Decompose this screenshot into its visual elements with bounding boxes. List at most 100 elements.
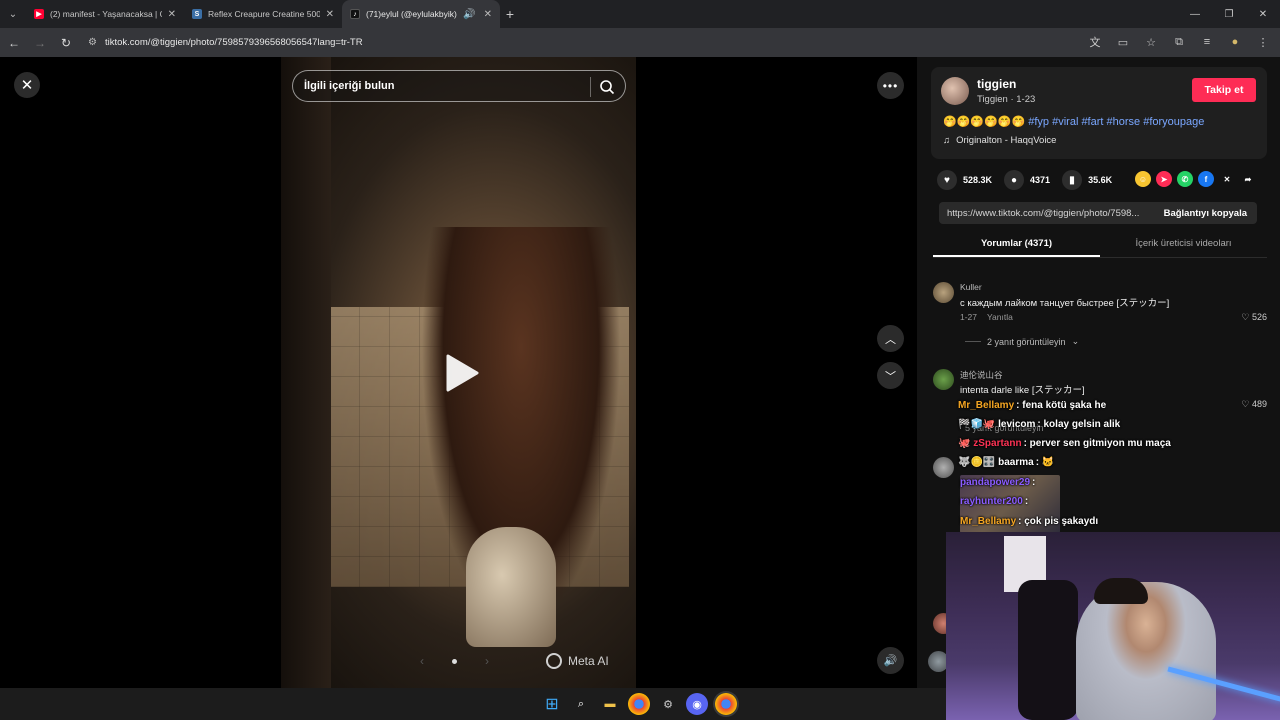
share-link-text[interactable]: https://www.tiktok.com/@tiggien/photo/75… [939,208,1154,219]
media-icon[interactable]: ≡ [1196,30,1218,54]
tab-youtube[interactable]: ▶ (2) manifest - Yaşanacaksa | Offi ✕ [26,0,184,28]
extensions-icon[interactable]: ⧉ [1168,30,1190,54]
heart-icon[interactable]: ♥ [937,170,957,190]
tab-comments[interactable]: Yorumlar (4371) [933,231,1100,257]
youtube-icon: ▶ [34,9,44,19]
copy-link-button[interactable]: Bağlantıyı kopyala [1154,208,1257,219]
close-icon[interactable]: ✕ [168,9,176,20]
caption-hashtags[interactable]: #fyp #viral #fart #horse #foryoupage [1028,116,1204,128]
app-icon[interactable]: ⚙ [657,693,679,715]
comment-count: 4371 [1030,175,1051,185]
commenter-avatar[interactable] [933,369,954,390]
close-window-icon[interactable]: ✕ [1246,0,1280,28]
tab-bar: ⌄ ▶ (2) manifest - Yaşanacaksa | Offi ✕ … [0,0,1280,28]
related-search-input[interactable]: İlgili içeriği bulun [292,70,626,102]
site-info-icon[interactable]: ⚙ [88,37,97,48]
chat-emote: 🐱 [1041,457,1055,468]
url-field[interactable]: ⚙ tiktok.com/@tiggien/photo/759857939656… [80,30,1160,55]
follow-button[interactable]: Takip et [1192,78,1256,102]
music-title: Originalton - HaqqVoice [956,135,1057,146]
tab-tiktok[interactable]: ♪ (71)eylul (@eylulakbyik) | Ti 🔊 ✕ [342,0,500,28]
carousel-next-icon[interactable]: › [485,654,489,668]
chat-badges: 🐙 [958,438,971,449]
embed-share-icon[interactable]: ☺ [1135,171,1151,187]
file-explorer-icon[interactable]: ▬ [599,693,621,715]
tab-search-button[interactable]: ⌄ [0,0,26,28]
chrome-icon[interactable] [628,693,650,715]
close-icon[interactable]: ✕ [326,9,334,20]
restore-icon[interactable]: ❐ [1212,0,1246,28]
commenter-name[interactable]: Kuller [960,282,982,292]
facebook-icon[interactable]: f [1198,171,1214,187]
commenter-name[interactable]: 迪伦说山谷 [960,369,1003,381]
bookmark-icon[interactable]: ▮ [1062,170,1083,190]
windows-start-icon[interactable]: ⊞ [541,693,563,715]
forward-icon[interactable]: → [28,31,52,55]
whatsapp-icon[interactable]: ✆ [1177,171,1193,187]
more-options-icon[interactable]: ••• [877,72,904,99]
back-icon[interactable]: ← [2,31,26,55]
share-more-icon[interactable]: ➦ [1240,171,1256,187]
chat-message: 🐙 zSpartann: perver sen gitmiyon mu maça [958,438,1171,449]
tab-creator-videos[interactable]: İçerik üreticisi videoları [1100,231,1267,257]
play-icon[interactable] [444,353,480,393]
view-replies-button[interactable]: 2 yanıt görüntüleyin ⌄ [965,336,1079,347]
author-avatar[interactable] [941,77,969,105]
chat-message: pandapower29: [960,477,1035,488]
volume-icon[interactable]: 🔊 [877,647,904,674]
comment-stat[interactable]: ● 4371 [1004,170,1050,190]
comment-icon[interactable]: ● [1004,170,1025,190]
comment-like-count: 526 [1251,312,1267,322]
profile-avatar[interactable]: ● [1224,30,1246,54]
discord-icon[interactable]: ◉ [686,693,708,715]
carousel-controls: ‹ › [420,654,489,668]
panel-tabs: Yorumlar (4371) İçerik üreticisi videola… [933,231,1267,258]
author-name[interactable]: tiggien [977,77,1016,91]
chat-badges: 🐺🪙🎛️ [958,457,996,468]
comment-like-count: 489 [1251,399,1267,409]
taskbar-icons: ⊞ ⌕ ▬ ⚙ ◉ [541,693,737,715]
chrome-icon-active[interactable] [715,693,737,715]
commenter-avatar[interactable] [933,282,954,303]
comment-likes[interactable]: ♡ 526 [1241,312,1267,323]
cast-icon[interactable]: ▭ [1112,30,1134,54]
webcam-chair [1018,580,1078,720]
chat-badges: 🏁🧊🐙 [958,419,996,430]
reload-icon[interactable]: ↻ [54,31,78,55]
close-viewer-button[interactable]: ✕ [14,72,40,98]
minimize-icon[interactable]: — [1178,0,1212,28]
like-stat[interactable]: ♥ 528.3K [937,170,992,190]
taskbar: ⊞ ⌕ ▬ ⚙ ◉ [0,688,946,720]
search-icon[interactable]: ⌕ [570,693,592,715]
new-tab-button[interactable]: + [500,6,520,22]
previous-post-icon[interactable]: ︿ [877,325,904,352]
chat-message: rayhunter200: [960,496,1028,507]
x-icon[interactable]: ✕ [1219,171,1235,187]
menu-icon[interactable]: ⋮ [1252,30,1274,54]
next-post-icon[interactable]: ﹀ [877,362,904,389]
reply-button[interactable]: Yanıtla [987,312,1013,322]
bookmark-star-icon[interactable]: ☆ [1140,30,1162,54]
post-photo[interactable] [281,57,636,688]
audio-icon[interactable]: 🔊 [463,9,475,20]
author-subtitle: Tiggien · 1-23 [977,94,1036,105]
chat-message: Mr_Bellamy: çok pis şakaydı [960,516,1098,527]
carousel-prev-icon[interactable]: ‹ [420,654,424,668]
send-share-icon[interactable]: ➤ [1156,171,1172,187]
comment-item: Kuller с каждым лайком танцует быстрее [… [933,282,1267,342]
save-stat[interactable]: ▮ 35.6K [1062,170,1112,190]
chat-username: baarma [998,457,1034,468]
tab-reflex[interactable]: S Reflex Creapure Creatine 500 G ✕ [184,0,342,28]
save-count: 35.6K [1088,175,1113,185]
commenter-avatar[interactable] [933,457,954,478]
meta-ai-watermark: Meta AI [546,653,609,669]
comment-text: intenta darle like [ステッカー] [960,385,1085,396]
music-info[interactable]: ♫ Originalton - HaqqVoice [943,135,1056,146]
post-caption: 🤭🤭🤭🤭🤭🤭 #fyp #viral #fart #horse #foryoup… [943,115,1204,128]
comment-likes[interactable]: ♡ 489 [1241,399,1267,410]
chat-username: levicom [998,419,1036,430]
close-icon[interactable]: ✕ [484,9,492,20]
search-icon[interactable] [599,79,615,95]
translate-icon[interactable]: 文 [1084,30,1106,54]
meta-ai-label: Meta AI [568,654,609,668]
